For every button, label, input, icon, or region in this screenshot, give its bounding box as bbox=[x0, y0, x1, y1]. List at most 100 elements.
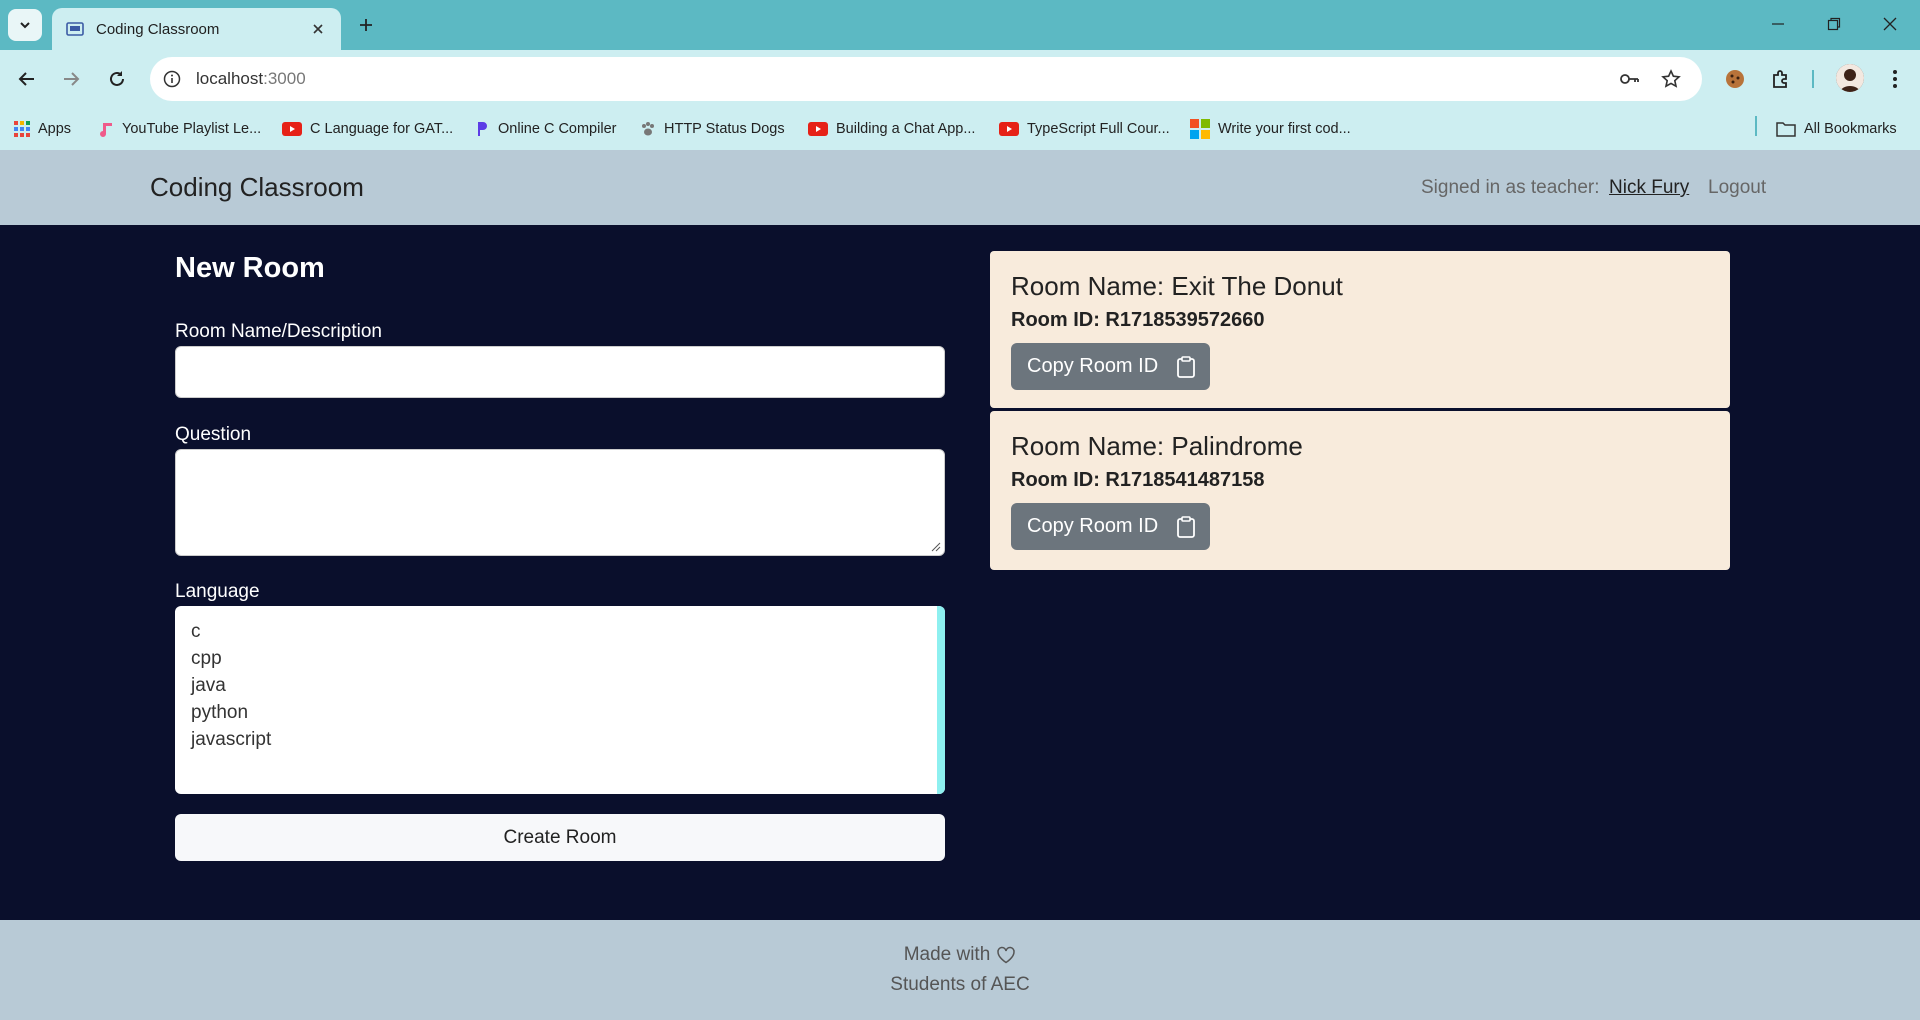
all-bookmarks-button[interactable]: All Bookmarks bbox=[1776, 118, 1897, 140]
resize-handle-icon[interactable] bbox=[931, 542, 941, 552]
close-icon bbox=[1883, 17, 1897, 31]
new-tab-button[interactable] bbox=[352, 11, 380, 39]
restore-icon bbox=[1827, 17, 1841, 31]
heart-icon bbox=[997, 946, 1016, 964]
tab-search-dropdown[interactable] bbox=[8, 9, 42, 41]
copy-room-id-button[interactable]: Copy Room ID bbox=[1011, 503, 1210, 550]
bookmarks-divider bbox=[1755, 116, 1757, 136]
browser-menu-button[interactable] bbox=[1880, 64, 1910, 94]
toolbar-divider bbox=[1812, 70, 1814, 88]
forward-button[interactable] bbox=[56, 64, 86, 94]
question-label: Question bbox=[175, 424, 252, 445]
bookmark-star-icon[interactable] bbox=[1660, 68, 1682, 90]
bookmark-label: Online C Compiler bbox=[498, 121, 617, 137]
question-textarea[interactable] bbox=[175, 449, 945, 556]
password-key-icon[interactable] bbox=[1618, 68, 1640, 90]
back-button[interactable] bbox=[12, 64, 42, 94]
folder-icon bbox=[1776, 121, 1796, 137]
tab-title: Coding Classroom bbox=[96, 20, 220, 38]
footer-made-with: Made with bbox=[903, 944, 991, 965]
bookmark-c-language[interactable]: C Language for GAT... bbox=[282, 118, 453, 140]
user-name-link[interactable]: Nick Fury bbox=[1609, 177, 1689, 199]
cookie-icon bbox=[1726, 70, 1744, 88]
classroom-favicon-icon bbox=[66, 21, 84, 37]
app-brand[interactable]: Coding Classroom bbox=[150, 172, 364, 203]
room-card: Room Name: Exit The Donut Room ID: R1718… bbox=[990, 251, 1730, 408]
site-info-icon[interactable] bbox=[162, 69, 182, 89]
room-name-input[interactable] bbox=[175, 346, 945, 398]
browser-toolbar: localhost:3000 bbox=[0, 50, 1920, 108]
room-id: Room ID: R1718541487158 bbox=[1011, 469, 1265, 491]
youtube-icon bbox=[808, 121, 828, 137]
address-bar[interactable]: localhost:3000 bbox=[150, 57, 1702, 101]
bookmark-label: Apps bbox=[38, 121, 72, 137]
apps-grid-icon bbox=[14, 121, 30, 137]
profile-picture-icon bbox=[1836, 64, 1864, 92]
room-name: Room Name: Palindrome bbox=[1011, 431, 1303, 461]
paw-icon bbox=[640, 121, 656, 137]
language-option[interactable]: python bbox=[191, 699, 929, 726]
copy-room-id-button[interactable]: Copy Room ID bbox=[1011, 343, 1210, 390]
copy-room-id-label: Copy Room ID bbox=[1027, 515, 1159, 537]
room-id: Room ID: R1718539572660 bbox=[1011, 309, 1265, 331]
youtube-icon bbox=[282, 121, 302, 137]
new-room-heading: New Room bbox=[175, 252, 325, 284]
logout-link[interactable]: Logout bbox=[1708, 177, 1766, 199]
browser-tab-bar: Coding Classroom bbox=[0, 0, 1920, 50]
app-navbar: Coding Classroom Signed in as teacher: N… bbox=[0, 150, 1920, 225]
bookmark-typescript-course[interactable]: TypeScript Full Cour... bbox=[999, 118, 1170, 140]
reload-icon bbox=[110, 71, 124, 86]
clipboard-icon bbox=[1176, 355, 1196, 378]
arrow-left-icon bbox=[18, 72, 34, 86]
minimize-button[interactable] bbox=[1750, 0, 1806, 48]
language-option[interactable]: cpp bbox=[191, 645, 929, 672]
bookmark-label: TypeScript Full Cour... bbox=[1027, 121, 1170, 137]
bookmark-chat-app[interactable]: Building a Chat App... bbox=[808, 118, 975, 140]
page-footer: Made with Students of AEC bbox=[0, 920, 1920, 1020]
programiz-icon bbox=[474, 121, 490, 137]
youtube-icon bbox=[999, 121, 1019, 137]
bookmark-label: YouTube Playlist Le... bbox=[122, 121, 262, 137]
bookmark-youtube-playlist[interactable]: YouTube Playlist Le... bbox=[98, 118, 261, 140]
arrow-right-icon bbox=[64, 72, 80, 86]
language-option[interactable]: java bbox=[191, 672, 929, 699]
bookmark-http-status-dogs[interactable]: HTTP Status Dogs bbox=[640, 118, 785, 140]
extensions-button[interactable] bbox=[1766, 64, 1796, 94]
bookmark-online-c-compiler[interactable]: Online C Compiler bbox=[474, 118, 616, 140]
signed-in-text: Signed in as teacher: bbox=[1421, 177, 1600, 198]
cookie-extension-button[interactable] bbox=[1720, 64, 1750, 94]
browser-tab[interactable]: Coding Classroom bbox=[52, 8, 341, 50]
close-tab-icon[interactable] bbox=[309, 20, 327, 38]
microsoft-icon bbox=[1190, 119, 1210, 139]
puzzle-icon bbox=[1773, 70, 1787, 88]
bookmark-write-first-code[interactable]: Write your first cod... bbox=[1190, 118, 1351, 140]
reload-button[interactable] bbox=[102, 64, 132, 94]
bookmark-label: Write your first cod... bbox=[1218, 121, 1351, 137]
chevron-down-icon bbox=[20, 22, 30, 29]
language-label: Language bbox=[175, 581, 260, 602]
create-room-button[interactable]: Create Room bbox=[175, 814, 945, 861]
more-vertical-icon bbox=[1893, 70, 1897, 88]
copy-room-id-label: Copy Room ID bbox=[1027, 355, 1159, 377]
profile-avatar[interactable] bbox=[1836, 64, 1864, 92]
listbox-focus-bar bbox=[937, 606, 945, 794]
bookmark-label: Building a Chat App... bbox=[836, 121, 976, 137]
clipboard-icon bbox=[1176, 515, 1196, 538]
footer-credits: Students of AEC bbox=[890, 974, 1030, 995]
all-bookmarks-label: All Bookmarks bbox=[1804, 121, 1897, 137]
bookmark-apps[interactable]: Apps bbox=[14, 118, 71, 140]
footer-line-1: Made with bbox=[0, 944, 1920, 966]
music-note-icon bbox=[98, 121, 114, 137]
language-option[interactable]: javascript bbox=[191, 726, 929, 753]
minimize-icon bbox=[1772, 23, 1784, 25]
close-window-button[interactable] bbox=[1862, 0, 1918, 48]
room-name: Room Name: Exit The Donut bbox=[1011, 271, 1343, 301]
room-name-label: Room Name/Description bbox=[175, 321, 382, 342]
bookmarks-bar: Apps YouTube Playlist Le... C Language f… bbox=[0, 108, 1920, 150]
url-text: localhost:3000 bbox=[196, 69, 306, 88]
room-card: Room Name: Palindrome Room ID: R17185414… bbox=[990, 411, 1730, 570]
bookmark-label: C Language for GAT... bbox=[310, 121, 454, 137]
language-select[interactable]: c cpp java python javascript bbox=[175, 606, 945, 794]
restore-button[interactable] bbox=[1806, 0, 1862, 48]
language-option[interactable]: c bbox=[191, 618, 929, 645]
